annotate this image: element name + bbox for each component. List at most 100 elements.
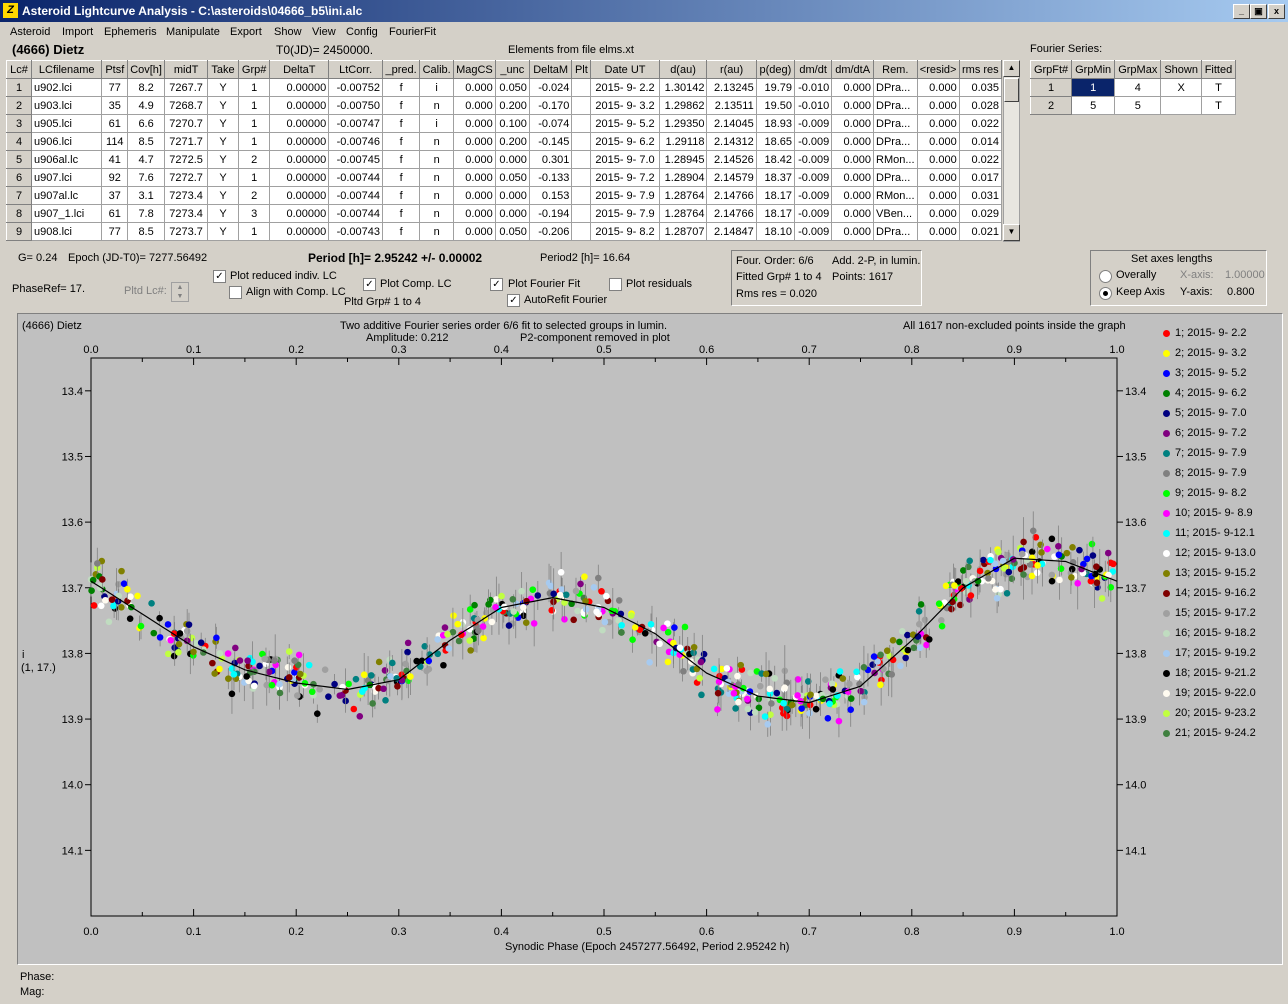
table-cell[interactable]: 0.050	[494, 168, 530, 187]
table-cell[interactable]: -0.194	[528, 204, 573, 223]
table-cell[interactable]: Y	[207, 168, 239, 187]
table-cell[interactable]: -0.010	[794, 96, 833, 115]
scroll-down-icon[interactable]: ▼	[1003, 224, 1020, 241]
table-row[interactable]: 1 u902.lci 77 8.2 7267.7 Y 1 0.00000 -0.00752 f i 0…	[5, 78, 1003, 97]
table-cell[interactable]: DPra...	[873, 222, 918, 241]
col-header[interactable]: midT	[163, 60, 209, 79]
menu-ephemeris[interactable]: Ephemeris	[104, 26, 157, 38]
table-cell[interactable]: Y	[207, 204, 239, 223]
table-cell[interactable]: 0.000	[831, 150, 875, 169]
table-cell[interactable]: 7.8	[127, 204, 165, 223]
table-cell[interactable]: -0.206	[528, 222, 573, 241]
table-cell[interactable]: 0.000	[916, 186, 960, 205]
x-axis-value[interactable]: 1.00000	[1225, 269, 1265, 281]
table-cell[interactable]: f	[382, 168, 421, 187]
menu-asteroid[interactable]: Asteroid	[10, 26, 50, 38]
table-cell[interactable]: 2	[237, 150, 271, 169]
align-checkbox[interactable]	[229, 286, 242, 299]
table-cell[interactable]: 0.000	[453, 204, 496, 223]
fs-cell[interactable]: 4	[1114, 78, 1162, 97]
table-cell[interactable]: 0.200	[494, 132, 530, 151]
fs-cell[interactable]: 5	[1071, 96, 1116, 115]
col-header[interactable]: Lc#	[5, 60, 33, 79]
menu-export[interactable]: Export	[230, 26, 262, 38]
table-cell[interactable]: 0.000	[916, 78, 960, 97]
fs-cell[interactable]	[1160, 96, 1202, 115]
table-cell[interactable]: 0.000	[453, 222, 496, 241]
table-row[interactable]: 3 u905.lci 61 6.6 7270.7 Y 1 0.00000 -0.00747 f i 0…	[5, 114, 1003, 133]
table-cell[interactable]: 0.021	[958, 222, 1003, 241]
table-cell[interactable]: 18.10	[755, 222, 796, 241]
table-cell[interactable]: 1.30142	[658, 78, 708, 97]
fs-col-header[interactable]: GrpMin	[1071, 60, 1116, 79]
col-header[interactable]: r(au)	[706, 60, 757, 79]
table-cell[interactable]: Y	[207, 114, 239, 133]
table-cell[interactable]: Y	[207, 186, 239, 205]
table-cell[interactable]: 2015- 9- 5.2	[590, 114, 660, 133]
plot-panel[interactable]: (4666) Dietz Two additive Fourier series…	[17, 313, 1283, 965]
table-cell[interactable]: 8.5	[127, 222, 165, 241]
table-cell[interactable]: 19.79	[755, 78, 796, 97]
table-row[interactable]: 2 u903.lci 35 4.9 7268.7 Y 1 0.00000 -0.00750 f n 0…	[5, 96, 1003, 115]
table-cell[interactable]: f	[382, 78, 421, 97]
table-cell[interactable]: u907.lci	[31, 168, 103, 187]
col-header[interactable]: Grp#	[237, 60, 271, 79]
table-cell[interactable]: 5	[5, 150, 33, 169]
table-cell[interactable]: 0.000	[494, 204, 530, 223]
table-cell[interactable]: n	[419, 150, 455, 169]
col-header[interactable]: Calib.	[419, 60, 455, 79]
table-cell[interactable]: 7.6	[127, 168, 165, 187]
table-cell[interactable]: 0.00000	[269, 168, 330, 187]
table-cell[interactable]: 0.00000	[269, 222, 330, 241]
fs-cell[interactable]: 5	[1114, 96, 1162, 115]
table-cell[interactable]: u908.lci	[31, 222, 103, 241]
table-cell[interactable]: 1	[237, 96, 271, 115]
table-cell[interactable]: 1.28904	[658, 168, 708, 187]
table-cell[interactable]: 18.93	[755, 114, 796, 133]
table-cell[interactable]: -0.024	[528, 78, 573, 97]
plot-comp-checkbox[interactable]: ✓	[363, 278, 376, 291]
table-cell[interactable]: 0.017	[958, 168, 1003, 187]
close-button[interactable]: x	[1268, 4, 1285, 19]
table-cell[interactable]: 0.022	[958, 150, 1003, 169]
table-cell[interactable]: -0.00752	[328, 78, 384, 97]
table-cell[interactable]: 0.035	[958, 78, 1003, 97]
table-cell[interactable]: 0.000	[831, 78, 875, 97]
fourier-series-table[interactable]: GrpFt# GrpMin GrpMax Shown Fitted 1 1 4 X T 2 5 5 T	[1029, 60, 1237, 115]
table-cell[interactable]: 18.65	[755, 132, 796, 151]
table-cell[interactable]: -0.00745	[328, 150, 384, 169]
table-cell[interactable]: -0.009	[794, 204, 833, 223]
fs-cell[interactable]: X	[1160, 78, 1202, 97]
table-cell[interactable]: 2.14766	[706, 186, 757, 205]
col-header[interactable]: Ptsf	[101, 60, 129, 79]
col-header[interactable]: DeltaM	[528, 60, 573, 79]
fs-cell[interactable]: 2	[1029, 96, 1073, 115]
table-cell[interactable]: -0.010	[794, 78, 833, 97]
table-cell[interactable]: 114	[101, 132, 129, 151]
table-cell[interactable]: 2.14045	[706, 114, 757, 133]
table-cell[interactable]: RMon...	[873, 186, 918, 205]
table-cell[interactable]: 7	[5, 186, 33, 205]
table-cell[interactable]: 0.00000	[269, 114, 330, 133]
fs-row[interactable]: 114XT	[1029, 78, 1237, 97]
table-cell[interactable]: u906al.lc	[31, 150, 103, 169]
table-cell[interactable]	[571, 96, 592, 115]
table-cell[interactable]: 0.031	[958, 186, 1003, 205]
table-cell[interactable]: 18.42	[755, 150, 796, 169]
table-row[interactable]: 6 u907.lci 92 7.6 7272.7 Y 1 0.00000 -0.00744 f n 0…	[5, 168, 1003, 187]
table-cell[interactable]: 0.00000	[269, 78, 330, 97]
table-cell[interactable]: 1	[237, 222, 271, 241]
table-cell[interactable]: Y	[207, 132, 239, 151]
table-cell[interactable]: u902.lci	[31, 78, 103, 97]
table-cell[interactable]: -0.00744	[328, 186, 384, 205]
table-cell[interactable]: -0.009	[794, 114, 833, 133]
table-cell[interactable]: 7267.7	[163, 78, 209, 97]
table-cell[interactable]: 0.000	[916, 204, 960, 223]
table-cell[interactable]: -0.00743	[328, 222, 384, 241]
table-cell[interactable]: 0.000	[916, 222, 960, 241]
table-cell[interactable]: 2.14766	[706, 204, 757, 223]
fs-col-header[interactable]: Fitted	[1200, 60, 1237, 79]
table-cell[interactable]: 1	[237, 114, 271, 133]
col-header[interactable]: LCfilename	[31, 60, 103, 79]
table-cell[interactable]: 9	[5, 222, 33, 241]
